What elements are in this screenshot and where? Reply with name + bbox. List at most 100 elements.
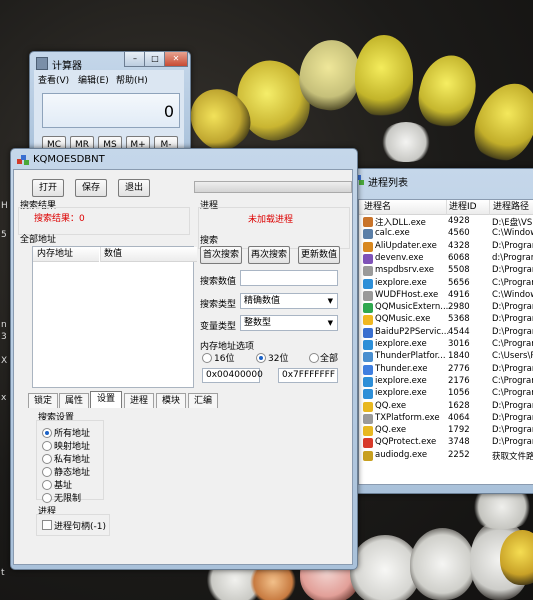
end-address-input[interactable]: 0x7FFFFFFF: [278, 368, 338, 383]
process-name: calc.exe: [375, 228, 410, 239]
save-button[interactable]: 保存: [75, 179, 107, 197]
variable-type-select[interactable]: 整数型 ▼: [240, 315, 338, 331]
main-titlebar[interactable]: KQMOESDBNT: [11, 149, 357, 171]
process-row[interactable]: #2fa84fQQMusicExtern...2980 D:\Program: [359, 302, 533, 314]
process-id: 1056: [448, 388, 470, 399]
search-settings-options: 所有地址 映射地址 私有地址 静态地址 基址 无限制: [42, 422, 112, 504]
settings-radio[interactable]: [42, 480, 52, 490]
process-row[interactable]: #9a9a9aTXPlatform.exe 4064 D:\Program: [359, 413, 533, 425]
process-name: iexplore.exe: [375, 375, 427, 386]
search-result-count: 搜索结果：0: [34, 214, 85, 224]
column-header-pid[interactable]: 进程ID: [446, 200, 491, 215]
process-row[interactable]: #2d8fd8iexplore.exe 5656 C:\Program: [359, 278, 533, 290]
process-id: 3016: [448, 339, 470, 349]
start-address-input[interactable]: 0x00400000: [202, 368, 263, 383]
refresh-value-button[interactable]: 更新数值: [298, 246, 340, 264]
menu-edit[interactable]: 编辑(E): [78, 73, 109, 86]
settings-radio[interactable]: [42, 454, 52, 464]
settings-radio-label: 静态地址: [54, 468, 91, 478]
column-header-name[interactable]: 进程名: [359, 200, 450, 215]
next-search-button[interactable]: 再次搜索: [248, 246, 290, 264]
tab-process[interactable]: 进程: [124, 393, 154, 408]
process-list-titlebar[interactable]: 进程列表: [346, 169, 533, 191]
process-path: C:\Program: [492, 277, 533, 288]
radio-16bit[interactable]: [202, 353, 212, 363]
menu-help[interactable]: 帮助(H): [116, 73, 148, 86]
settings-radio[interactable]: [42, 441, 52, 451]
process-row[interactable]: #7f52b8devenv.exe 6068 d:\Program: [359, 253, 533, 265]
process-handle-label: 进程句柄(-1): [54, 522, 106, 532]
column-header-value[interactable]: 数值: [100, 247, 197, 262]
main-window[interactable]: KQMOESDBNT 打开 保存 退出 搜索结果 搜索结果：0 进程 未加载进程…: [10, 148, 358, 570]
address-list[interactable]: 内存地址 数值: [32, 246, 197, 388]
settings-radio[interactable]: [42, 493, 52, 503]
settings-radio-label: 基址: [54, 481, 73, 491]
tab-modules[interactable]: 模块: [156, 393, 186, 408]
process-row[interactable]: #e8b820QQ.exe 1628 D:\Program: [359, 401, 533, 413]
process-row[interactable]: #9a9a9amspdbsrv.exe 5508 D:\Program: [359, 265, 533, 277]
process-icon: #4a8fd0: [363, 352, 373, 363]
process-icon: #5b7fa8: [363, 229, 373, 240]
process-row[interactable]: #c9742a注入DLL.exe 4928 D:\E盘\VS: [359, 216, 533, 228]
settings-radio-label: 所有地址: [54, 429, 91, 439]
column-header-address[interactable]: 内存地址: [33, 247, 99, 262]
progress-bar: [194, 181, 352, 193]
process-path: C:\Users\P: [492, 351, 533, 362]
process-row[interactable]: #5b7fa8calc.exe 4560 C:\Window: [359, 228, 533, 240]
process-icon: #d83a2a: [363, 438, 373, 449]
process-handle-checkbox[interactable]: [42, 520, 52, 530]
process-name: audiodg.exe: [375, 449, 428, 460]
process-row[interactable]: #d83a2aQQProtect.exe 3748 D:\Program: [359, 437, 533, 449]
process-id: 5656: [448, 277, 470, 288]
first-search-button[interactable]: 首次搜索: [200, 246, 242, 264]
process-row[interactable]: #2d8fd8iexplore.exe 2176 C:\Program: [359, 376, 533, 388]
process-row[interactable]: #4a8fd0ThunderPlatfor...1840 C:\Users\P: [359, 351, 533, 363]
tab-properties[interactable]: 属性: [59, 393, 89, 408]
tab-strip: 锁定 属性 设置 进程 模块 汇编: [28, 391, 268, 409]
process-row[interactable]: #e8b820QQ.exe 1792 D:\Program: [359, 425, 533, 437]
tab-disassembly[interactable]: 汇编: [188, 393, 218, 408]
process-name: BaiduP2PServic...: [375, 326, 450, 337]
process-path: D:\Program: [492, 425, 533, 436]
process-id: 2980: [448, 302, 470, 313]
process-row[interactable]: #3f7fe0Thunder.exe 2776 D:\Program: [359, 364, 533, 376]
settings-radio[interactable]: [42, 428, 52, 438]
main-client: 打开 保存 退出 搜索结果 搜索结果：0 进程 未加载进程 全部地址 内存地址 …: [13, 169, 353, 565]
process-id: 4544: [448, 326, 470, 337]
search-value-label: 搜索数值: [200, 277, 237, 287]
process-row[interactable]: #3a6fd0BaiduP2PServic...4544 D:\Program: [359, 327, 533, 339]
exit-button[interactable]: 退出: [118, 179, 150, 197]
minimize-button[interactable]: –: [124, 52, 146, 67]
process-list-window[interactable]: 进程列表 进程名 进程ID 进程路径 #c9742a注入DLL.exe 4928 D…: [345, 168, 533, 494]
close-button[interactable]: ✕: [164, 52, 188, 67]
process-row[interactable]: #f0b720QQMusic.exe 5368 D:\Program: [359, 314, 533, 326]
process-row[interactable]: #d88820AliUpdater.exe 4328 D:\Program: [359, 241, 533, 253]
menu-view[interactable]: 查看(V): [38, 73, 69, 86]
process-path: D:\Program: [492, 302, 533, 313]
radio-32bit[interactable]: [256, 353, 266, 363]
settings-radio[interactable]: [42, 467, 52, 477]
process-row[interactable]: #2d8fd8iexplore.exe 1056 C:\Program: [359, 388, 533, 400]
process-row[interactable]: #9a9a9aWUDFHost.exe 4916 C:\Window: [359, 290, 533, 302]
process-row[interactable]: #2d8fd8iexplore.exe 3016 C:\Program: [359, 339, 533, 351]
search-group-label: 搜索: [200, 236, 219, 246]
column-header-path[interactable]: 进程路径: [489, 200, 533, 215]
process-icon: #c8a020: [363, 450, 373, 461]
tab-settings[interactable]: 设置: [90, 391, 122, 408]
all-addresses-label: 全部地址: [20, 235, 57, 245]
calculator-window[interactable]: 计算器 – □ ✕ 查看(V) 编辑(E) 帮助(H) 0 MC MR MS M…: [29, 51, 191, 157]
maximize-button[interactable]: □: [144, 52, 166, 67]
process-id: 4328: [448, 240, 470, 251]
search-value-input[interactable]: [240, 270, 338, 286]
process-name: iexplore.exe: [375, 277, 427, 288]
settings-radio-label: 映射地址: [54, 442, 91, 452]
variable-type-value: 整数型: [244, 318, 272, 328]
process-path: D:\Program: [492, 240, 533, 251]
process-row[interactable]: #c8a020audiodg.exe 2252 获取文件路: [359, 450, 533, 462]
radio-all[interactable]: [309, 353, 319, 363]
tab-lock[interactable]: 锁定: [28, 393, 58, 408]
search-type-select[interactable]: 精确数值 ▼: [240, 293, 338, 309]
process-path: D:\Program: [492, 412, 533, 423]
open-button[interactable]: 打开: [32, 179, 64, 197]
process-path: D:\Program: [492, 314, 533, 325]
